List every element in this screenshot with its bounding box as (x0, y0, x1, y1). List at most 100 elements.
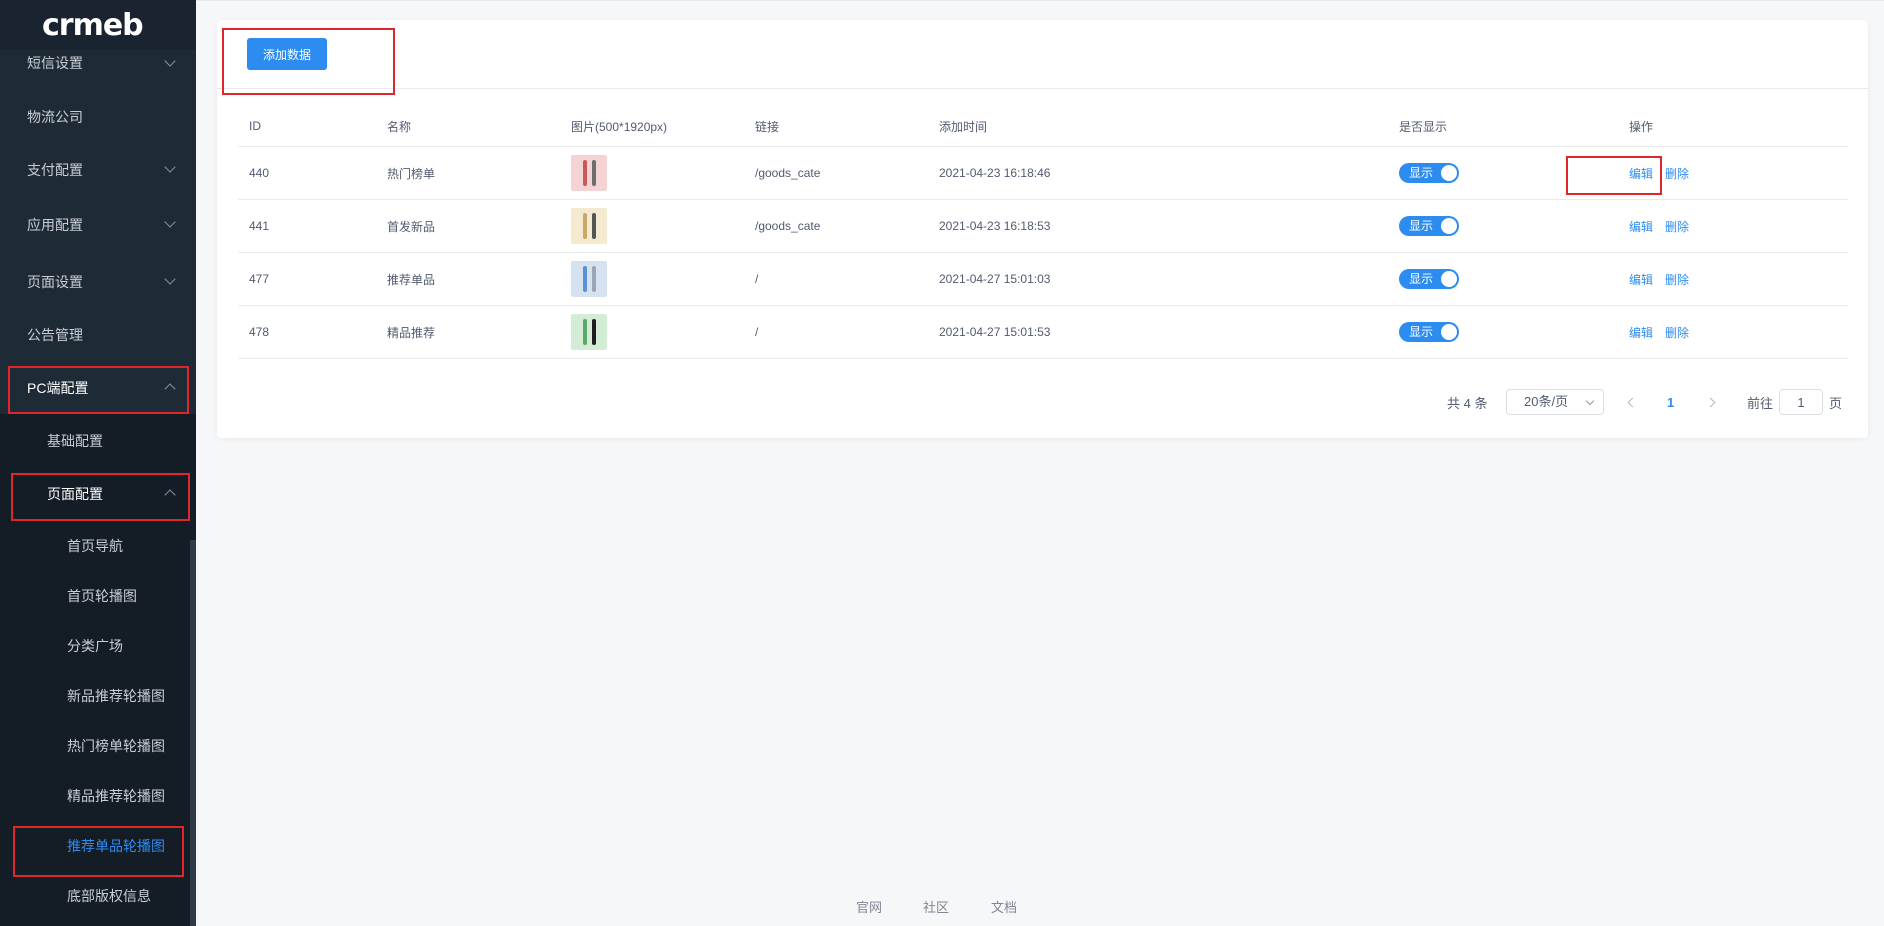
card-toolbar: 添加数据 (217, 20, 1868, 89)
sidebar-item-pc-config[interactable]: PC端配置 (0, 361, 196, 414)
delete-link[interactable]: 删除 (1665, 220, 1689, 234)
sidebar-item-app[interactable]: 应用配置 (0, 198, 196, 251)
sidebar-item-category[interactable]: 分类广场 (0, 621, 196, 671)
toggle-knob (1441, 271, 1457, 287)
cell-id: 441 (238, 199, 387, 253)
page-number-current[interactable]: 1 (1667, 395, 1674, 410)
sidebar-item-label: 物流公司 (27, 108, 83, 125)
prev-page-icon[interactable] (1627, 397, 1638, 407)
data-table: ID 名称 图片(500*1920px) 链接 添加时间 是否显示 操作 440… (238, 106, 1848, 359)
cell-status: 显示 (1399, 252, 1629, 306)
thumbnail-image[interactable] (571, 261, 607, 297)
toggle-label: 显示 (1409, 272, 1434, 286)
thumbnail-stripe (592, 319, 596, 345)
sidebar-item-page-config[interactable]: 页面配置 (0, 467, 196, 520)
cell-name: 热门榜单 (387, 146, 571, 200)
prev-page-wrap (1627, 388, 1638, 416)
edit-link[interactable]: 编辑 (1629, 167, 1653, 181)
cell-time: 2021-04-23 16:18:53 (939, 199, 1399, 253)
cell-link: /goods_cate (755, 199, 939, 253)
edit-link[interactable]: 编辑 (1629, 326, 1653, 340)
sidebar-item-label: 页面配置 (47, 485, 103, 502)
col-header-id: ID (238, 106, 387, 147)
delete-link[interactable]: 删除 (1665, 326, 1689, 340)
table-row: 441 首发新品/goods_cate 2021-04-23 16:18:53 显示 编… (238, 199, 1848, 253)
sidebar-item-label: 页面设置 (27, 273, 83, 290)
cell-image (571, 252, 755, 306)
display-toggle[interactable]: 显示 (1399, 269, 1459, 289)
col-header-time: 添加时间 (939, 106, 1399, 147)
sidebar-item-home-carousel[interactable]: 首页轮播图 (0, 571, 196, 621)
sidebar-item-label: 首页导航 (67, 538, 123, 554)
content-card: 添加数据 ID 名称 图片(500*1920px) 链接 添加时间 是否显示 操… (217, 20, 1868, 438)
chevron-down-icon (1585, 396, 1595, 406)
pagination-total: 共 4 条 (1447, 395, 1488, 411)
pagination: 共 4 条 (1447, 388, 1487, 416)
col-header-actions: 操作 (1629, 106, 1848, 147)
sidebar-item-payment[interactable]: 支付配置 (0, 143, 196, 196)
footer-link-community[interactable]: 社区 (923, 897, 949, 916)
chevron-down-icon (164, 54, 176, 67)
thumbnail-image[interactable] (571, 208, 607, 244)
goto-page-input[interactable] (1779, 389, 1824, 415)
sidebar-item-label: 支付配置 (27, 161, 83, 178)
sidebar-item-notice[interactable]: 公告管理 (0, 308, 196, 361)
sidebar-item-best-carousel[interactable]: 精品推荐轮播图 (0, 771, 196, 821)
sidebar-item-hot-carousel[interactable]: 热门榜单轮播图 (0, 721, 196, 771)
display-toggle[interactable]: 显示 (1399, 322, 1459, 342)
cell-name: 精品推荐 (387, 305, 571, 359)
toggle-knob (1441, 324, 1457, 340)
sidebar-item-logistics[interactable]: 物流公司 (0, 90, 196, 143)
sidebar-item-label: 新品推荐轮播图 (67, 688, 165, 704)
goto-wrap: 前往 页 (1747, 388, 1842, 416)
display-toggle[interactable]: 显示 (1399, 216, 1459, 236)
thumbnail-stripe (592, 213, 596, 239)
cell-image (571, 146, 755, 200)
cell-name: 推荐单品 (387, 252, 571, 306)
toggle-label: 显示 (1409, 219, 1434, 233)
sidebar-item-label: 底部版权信息 (67, 888, 151, 904)
sidebar-item-basic-config[interactable]: 基础配置 (0, 414, 196, 467)
col-header-image: 图片(500*1920px) (571, 106, 755, 147)
sidebar-item-label: 推荐单品轮播图 (67, 838, 165, 854)
sidebar-item-recommend-carousel[interactable]: 推荐单品轮播图 (0, 821, 196, 871)
page-size-select[interactable]: 20条/页 (1506, 389, 1604, 415)
delete-link[interactable]: 删除 (1665, 167, 1689, 181)
sidebar-item-page-settings[interactable]: 页面设置 (0, 255, 196, 308)
cell-time: 2021-04-27 15:01:03 (939, 252, 1399, 306)
display-toggle[interactable]: 显示 (1399, 163, 1459, 183)
edit-link[interactable]: 编辑 (1629, 273, 1653, 287)
add-data-button[interactable]: 添加数据 (247, 38, 327, 70)
footer-link-official[interactable]: 官网 (856, 897, 882, 916)
col-header-name: 名称 (387, 106, 571, 147)
goto-prefix: 前往 (1747, 395, 1774, 411)
sidebar-item-sms[interactable]: 短信设置 (0, 50, 196, 76)
sidebar-item-copyright[interactable]: 底部版权信息 (0, 871, 196, 921)
thumbnail-stripe (583, 160, 587, 186)
delete-link[interactable]: 删除 (1665, 273, 1689, 287)
goto-suffix: 页 (1829, 395, 1843, 411)
cell-actions: 编辑 删除 (1629, 305, 1848, 359)
sidebar-scrollbar[interactable] (190, 540, 196, 926)
sidebar-item-label: 短信设置 (27, 55, 83, 71)
toggle-knob (1441, 218, 1457, 234)
table-row: 478 精品推荐 /2021-04-27 15:01:53 显示 编辑 删除 (238, 305, 1848, 359)
chevron-down-icon (164, 216, 176, 228)
sidebar-item-new-carousel[interactable]: 新品推荐轮播图 (0, 671, 196, 721)
sidebar-item-home-nav[interactable]: 首页导航 (0, 521, 196, 571)
sidebar-item-label: PC端配置 (27, 379, 89, 396)
thumbnail-image[interactable] (571, 155, 607, 191)
cell-actions: 编辑 删除 (1629, 146, 1848, 200)
sidebar-item-label: 公告管理 (27, 326, 83, 343)
next-page-icon[interactable] (1705, 397, 1716, 407)
edit-link[interactable]: 编辑 (1629, 220, 1653, 234)
page-size-value: 20条/页 (1524, 394, 1569, 409)
thumbnail-image[interactable] (571, 314, 607, 350)
sidebar-item-label: 首页轮播图 (67, 588, 137, 604)
cell-actions: 编辑 删除 (1629, 199, 1848, 253)
sidebar-item-label: 基础配置 (47, 432, 103, 449)
top-divider (196, 0, 1884, 1)
cell-status: 显示 (1399, 305, 1629, 359)
cell-link: / (755, 252, 939, 306)
footer-link-docs[interactable]: 文档 (991, 897, 1017, 916)
